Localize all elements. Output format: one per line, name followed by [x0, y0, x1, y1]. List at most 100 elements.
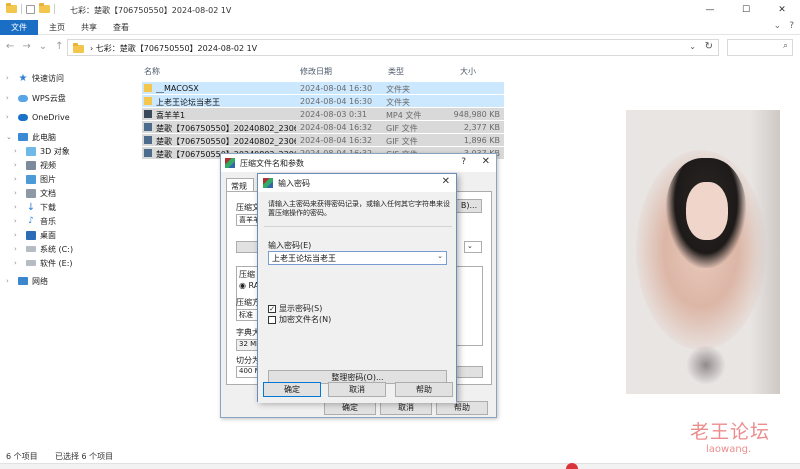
column-name[interactable]: 名称	[144, 66, 160, 77]
chevron-right-icon[interactable]: ›	[6, 74, 14, 82]
folder-icon	[73, 43, 84, 53]
sidebar-item-quick-access[interactable]: › ★ 快速访问	[6, 72, 64, 84]
help-icon[interactable]: ?	[461, 157, 466, 167]
minimize-button[interactable]: —	[692, 0, 728, 20]
image-file-icon	[144, 149, 152, 157]
sidebar-item-documents[interactable]: › 文档	[14, 187, 56, 199]
chevron-right-icon[interactable]: ›	[6, 277, 14, 285]
encrypt-filenames-checkbox[interactable]: 加密文件名(N)	[268, 314, 331, 325]
checkbox-icon[interactable]	[268, 315, 276, 324]
column-date[interactable]: 修改日期	[300, 66, 332, 77]
address-bar-row: ← → ⌄ ↑ › 七彩：楚歌【706750550】2024-08-02 1V …	[0, 36, 800, 58]
close-icon[interactable]: ✕	[482, 156, 490, 167]
tab-general[interactable]: 常规	[226, 178, 254, 192]
close-button[interactable]: ✕	[764, 0, 800, 20]
sidebar-item-wps-cloud[interactable]: › WPS云盘	[6, 92, 66, 104]
music-icon: ♪	[28, 215, 34, 226]
file-row[interactable]: __MACOSX 2024-08-04 16:30 文件夹	[142, 82, 504, 94]
cancel-button[interactable]: 取消	[380, 401, 432, 415]
sidebar-item-label: OneDrive	[32, 112, 70, 122]
file-row[interactable]: 楚歌【706750550】20240802_230607... 2024-08-…	[142, 134, 504, 146]
file-type: 文件夹	[386, 85, 410, 94]
chevron-right-icon[interactable]: ›	[14, 217, 22, 225]
help-button[interactable]: 帮助	[395, 382, 453, 397]
chevron-right-icon[interactable]: ›	[14, 161, 22, 169]
profile-dropdown[interactable]: ⌄	[464, 241, 482, 253]
back-arrow-icon[interactable]: ←	[6, 41, 14, 52]
chevron-right-icon[interactable]: ›	[14, 203, 22, 211]
show-password-checkbox[interactable]: ✓ 显示密码(S)	[268, 303, 322, 314]
password-value: 上老王论坛当老王	[272, 254, 336, 263]
tab-file[interactable]: 文件	[0, 20, 38, 35]
sidebar-item-label: 下载	[40, 202, 56, 212]
sidebar-item-onedrive[interactable]: › OneDrive	[6, 111, 70, 123]
chevron-down-icon[interactable]: ⌄	[689, 42, 696, 51]
ok-button[interactable]: 确定	[324, 401, 376, 415]
chevron-right-icon[interactable]: ›	[14, 175, 22, 183]
chevron-right-icon[interactable]: ›	[14, 189, 22, 197]
file-row[interactable]: 上老王论坛当老王 2024-08-04 16:30 文件夹	[142, 95, 504, 107]
column-type[interactable]: 类型	[388, 66, 404, 77]
chevron-right-icon[interactable]: ›	[6, 113, 14, 121]
file-row[interactable]: 喜羊羊1 2024-08-03 0:31 MP4 文件 948,980 KB	[142, 108, 504, 120]
help-button[interactable]: 帮助	[436, 401, 488, 415]
tab-home[interactable]: 主页	[40, 20, 74, 35]
tab-view[interactable]: 查看	[104, 20, 138, 35]
checkbox-checked-icon[interactable]: ✓	[268, 304, 276, 313]
sidebar-item-videos[interactable]: › 视频	[14, 159, 56, 171]
folder-icon	[6, 3, 17, 13]
forward-arrow-icon[interactable]: →	[22, 41, 30, 52]
recent-chevron-icon[interactable]: ⌄	[39, 41, 47, 52]
ok-button[interactable]: 确定	[263, 382, 321, 397]
sidebar-item-label: 桌面	[40, 230, 56, 240]
up-arrow-icon[interactable]: ↑	[55, 41, 63, 52]
sidebar-item-desktop[interactable]: › 桌面	[14, 229, 56, 241]
cancel-button[interactable]: 取消	[328, 382, 386, 397]
sidebar-item-drive-e[interactable]: › 软件 (E:)	[14, 257, 73, 269]
chevron-right-icon[interactable]: ›	[6, 94, 14, 102]
ribbon-controls: ⌄ ?	[774, 21, 794, 31]
file-date: 2024-08-04 16:32	[300, 123, 373, 132]
taskbar-app-icon[interactable]	[566, 463, 578, 469]
tab-share[interactable]: 共享	[72, 20, 106, 35]
sidebar-item-label: 此电脑	[32, 132, 56, 142]
search-icon: ⌕	[782, 41, 788, 51]
chevron-down-icon[interactable]: ⌄	[437, 252, 443, 260]
properties-icon[interactable]	[26, 4, 35, 14]
pc-icon	[18, 133, 28, 141]
sidebar-item-music[interactable]: › ♪ 音乐	[14, 215, 56, 227]
refresh-icon[interactable]: ↻	[705, 41, 713, 52]
address-input[interactable]: › 七彩：楚歌【706750550】2024-08-02 1V ⌄ ↻	[67, 39, 719, 56]
file-date: 2024-08-04 16:32	[300, 136, 373, 145]
sidebar-item-network[interactable]: › 网络	[6, 275, 48, 287]
sidebar-item-label: 系统 (C:)	[40, 244, 74, 254]
column-size[interactable]: 大小	[460, 66, 476, 77]
sidebar-item-pictures[interactable]: › 图片	[14, 173, 56, 185]
chevron-right-icon[interactable]: ›	[14, 147, 22, 155]
window-controls: — ☐ ✕	[692, 0, 800, 20]
chevron-right-icon[interactable]: ›	[14, 245, 22, 253]
sidebar-item-label: 音乐	[40, 216, 56, 226]
help-icon[interactable]: ?	[789, 21, 794, 31]
new-folder-icon[interactable]	[39, 3, 50, 13]
search-input[interactable]: ⌕	[727, 39, 793, 56]
set-password-button[interactable]	[455, 366, 483, 378]
video-figure-detail	[686, 345, 726, 385]
sidebar-item-downloads[interactable]: › ↓ 下载	[14, 201, 56, 213]
sidebar-item-this-pc[interactable]: ⌄ 此电脑	[6, 131, 56, 143]
navigation-buttons: ← → ⌄ ↑	[6, 41, 64, 52]
file-type: MP4 文件	[386, 111, 422, 120]
chevron-right-icon[interactable]: ›	[14, 259, 22, 267]
chevron-down-icon[interactable]: ⌄	[6, 133, 14, 141]
sidebar-item-3d-objects[interactable]: › 3D 对象	[14, 145, 70, 157]
browse-button[interactable]: B)...	[456, 199, 482, 213]
navigation-pane: › ★ 快速访问 › WPS云盘 › OneDrive ⌄ 此电脑 › 3D 对…	[0, 66, 135, 446]
sidebar-item-drive-c[interactable]: › 系统 (C:)	[14, 243, 73, 255]
network-icon	[18, 277, 28, 285]
maximize-button[interactable]: ☐	[728, 0, 764, 20]
chevron-down-icon[interactable]: ⌄	[774, 21, 782, 31]
password-input[interactable]: 上老王论坛当老王 ⌄	[268, 251, 447, 265]
file-row[interactable]: 楚歌【706750550】20240802_230607... 2024-08-…	[142, 121, 504, 133]
chevron-right-icon[interactable]: ›	[14, 231, 22, 239]
close-icon[interactable]: ✕	[442, 176, 450, 187]
